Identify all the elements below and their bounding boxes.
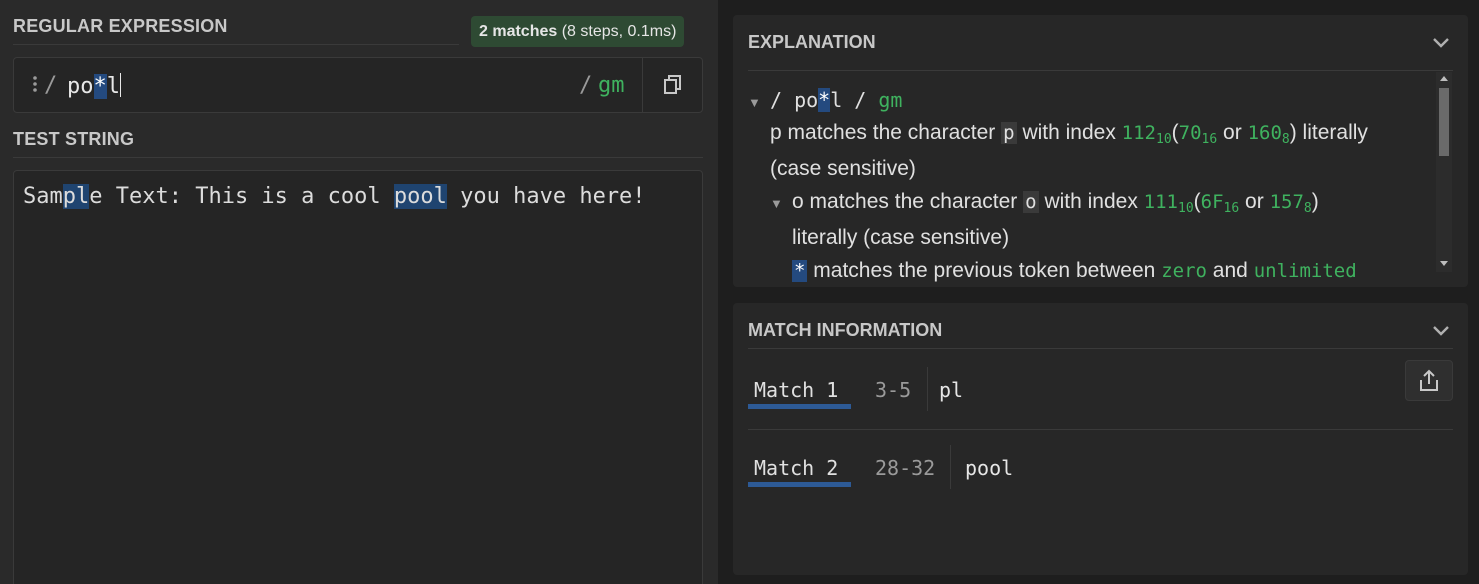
- token-o: o: [792, 190, 804, 213]
- pattern-quantifier-star: *: [93, 74, 107, 99]
- test-text-segment: e Text: This is a cool: [89, 184, 394, 209]
- left-pane: REGULAR EXPRESSION 2 matches (8 steps, 0…: [0, 0, 718, 584]
- match-underline: [748, 482, 851, 487]
- flavor-menu-handle[interactable]: [32, 74, 38, 99]
- scroll-down-arrow-icon[interactable]: [1440, 261, 1448, 266]
- match-label[interactable]: Match 1: [754, 378, 838, 402]
- char-chip: o: [1023, 191, 1039, 213]
- token-p: p: [770, 121, 782, 144]
- match-row-divider: [748, 429, 1453, 430]
- paren-close: ): [1311, 190, 1319, 213]
- match-count: 2 matches: [479, 23, 558, 40]
- paren-open: (: [1171, 121, 1179, 144]
- pattern-pre: / po: [770, 88, 819, 112]
- or-word: or: [1245, 190, 1264, 213]
- explanation-scrollbar[interactable]: [1436, 72, 1452, 272]
- match-separator: [950, 445, 951, 489]
- explanation-title: EXPLANATION: [748, 32, 876, 52]
- match-steps: (8 steps, 0.1ms): [561, 23, 677, 40]
- match-separator: [927, 367, 928, 411]
- collapse-triangle-icon[interactable]: ▼: [748, 88, 770, 118]
- octal-index: 1608: [1247, 122, 1290, 147]
- match-count-badge: 2 matches (8 steps, 0.1ms): [471, 16, 685, 47]
- copy-icon: [664, 75, 681, 94]
- test-match-highlight-1: pl: [62, 184, 90, 209]
- test-text-segment: you have here!: [446, 184, 646, 209]
- regex-input-box[interactable]: / po*l / gm: [13, 57, 703, 113]
- pattern-post: l /: [830, 88, 879, 112]
- chevron-down-icon[interactable]: [1430, 32, 1452, 54]
- keyword-zero: zero: [1161, 260, 1207, 282]
- hex-index: 6F16: [1200, 191, 1240, 216]
- chevron-down-icon[interactable]: [1430, 320, 1452, 342]
- scroll-up-arrow-icon[interactable]: [1440, 76, 1448, 81]
- test-title-divider: [13, 157, 703, 158]
- test-string-title: TEST STRING: [13, 129, 135, 149]
- match-value: pl: [939, 378, 964, 402]
- explanation-tree: ▼ / po*l / gm p matches the character p w…: [748, 85, 1438, 295]
- explanation-token-star: * matches the previous token between zer…: [792, 256, 1357, 286]
- quantifier-chip: *: [792, 260, 808, 282]
- explanation-token-o: ▼ o matches the character o with index 11…: [748, 187, 1319, 224]
- regex-flags[interactable]: gm: [598, 73, 625, 98]
- octal-index: 1578: [1269, 191, 1312, 216]
- token-desc: with index: [1044, 190, 1138, 213]
- test-text-segment: Sam: [23, 184, 63, 209]
- right-pane: EXPLANATION ▼ / po*l / gm p matches the c…: [718, 0, 1479, 584]
- and-word: and: [1212, 259, 1248, 282]
- decimal-index: 11210: [1121, 122, 1172, 147]
- explanation-root-row[interactable]: ▼ / po*l / gm: [748, 85, 902, 118]
- vertical-dots-icon: [33, 76, 37, 92]
- pattern-literal-l: l: [106, 74, 120, 99]
- regex-section-title: REGULAR EXPRESSION: [13, 16, 228, 36]
- or-word: or: [1223, 121, 1242, 144]
- explanation-pattern: / po*l / gm: [770, 88, 902, 112]
- pattern-flags: gm: [878, 88, 903, 112]
- explanation-panel: EXPLANATION ▼ / po*l / gm p matches the c…: [733, 15, 1468, 287]
- token-desc: ) literally: [1289, 121, 1368, 144]
- match-value: pool: [965, 456, 1014, 480]
- char-chip: p: [1001, 122, 1017, 144]
- pattern-star: *: [818, 88, 831, 112]
- pattern-literal-po: po: [67, 74, 94, 99]
- explanation-token-p: p matches the character p with index 112…: [770, 118, 1368, 155]
- regex-title-divider: [13, 44, 459, 45]
- test-match-highlight-2: pool: [393, 184, 447, 209]
- token-desc: matches the previous token between: [813, 259, 1156, 282]
- test-string-editor[interactable]: Sample Text: This is a cool pool you hav…: [13, 170, 703, 584]
- regex-close-delimiter: /: [579, 73, 593, 98]
- export-matches-button[interactable]: [1405, 360, 1453, 401]
- match-info-divider: [748, 348, 1453, 349]
- keyword-unlimited: unlimited: [1253, 260, 1357, 282]
- token-desc: with index: [1022, 121, 1116, 144]
- share-icon: [1420, 369, 1438, 391]
- decimal-index: 11110: [1143, 191, 1194, 216]
- explanation-case-note: (case sensitive): [770, 157, 916, 180]
- paren-open: (: [1193, 190, 1201, 213]
- match-range: 3-5: [875, 378, 912, 402]
- match-range: 28-32: [875, 456, 936, 480]
- regex-open-delimiter: /: [44, 73, 58, 98]
- collapse-triangle-icon[interactable]: ▼: [770, 189, 792, 219]
- text-cursor: [120, 73, 121, 97]
- test-string-text[interactable]: Sample Text: This is a cool pool you hav…: [23, 183, 646, 211]
- explanation-case-note: literally (case sensitive): [792, 226, 1010, 249]
- scrollbar-thumb[interactable]: [1439, 88, 1449, 156]
- match-info-title: MATCH INFORMATION: [748, 320, 943, 340]
- regex-pattern-input[interactable]: po*l: [67, 73, 121, 99]
- token-desc: matches the character: [809, 190, 1018, 213]
- copy-regex-button[interactable]: [642, 58, 703, 112]
- token-desc: matches the character: [787, 121, 996, 144]
- explanation-divider: [748, 70, 1453, 71]
- match-underline: [748, 404, 851, 409]
- match-info-panel: MATCH INFORMATION Match 1 3-5 pl Match 2…: [733, 303, 1468, 575]
- hex-index: 7016: [1178, 122, 1218, 147]
- match-label[interactable]: Match 2: [754, 456, 838, 480]
